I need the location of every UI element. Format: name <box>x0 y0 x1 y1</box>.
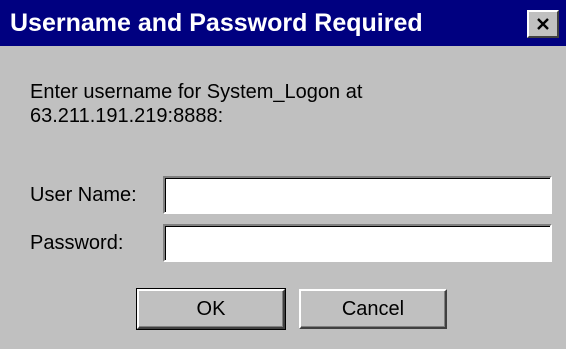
prompt-line-1: Enter username for System_Logon at <box>30 81 363 103</box>
prompt-message: Enter username for System_Logon at 63.21… <box>30 80 362 128</box>
username-label: User Name: <box>30 184 137 206</box>
prompt-line-2: 63.211.191.219:8888: <box>30 105 224 127</box>
cancel-button[interactable]: Cancel <box>299 289 447 329</box>
ok-button[interactable]: OK <box>136 288 286 330</box>
dialog-title: Username and Password Required <box>10 9 423 37</box>
close-icon <box>537 18 549 30</box>
username-field[interactable] <box>163 176 552 214</box>
password-label: Password: <box>30 232 124 254</box>
password-field[interactable] <box>163 224 552 262</box>
login-dialog: Username and Password Required Enter use… <box>0 0 566 349</box>
close-button[interactable] <box>527 10 559 38</box>
title-bar[interactable]: Username and Password Required <box>0 0 566 46</box>
